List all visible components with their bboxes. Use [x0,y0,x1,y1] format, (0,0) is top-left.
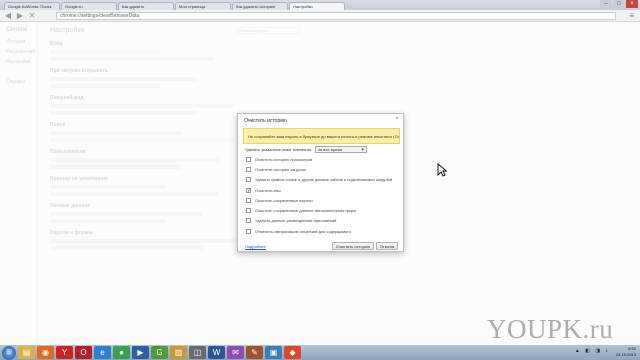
option-checkbox[interactable] [246,177,251,183]
option-checkbox[interactable] [246,218,251,224]
back-icon[interactable]: ◀ [4,11,12,20]
browser-tab[interactable]: Как удалить историю [232,2,288,10]
browser-tab[interactable]: Google AdWords: Поиск [4,2,60,10]
period-label: Удалить указанные ниже элементы: [245,147,313,152]
option-label: Удалить файлы cookie и другие данные сай… [255,177,393,183]
option-checkbox[interactable] [246,166,251,172]
wrench-menu-icon[interactable]: ≡ [629,11,634,20]
taskbar: ⊞ ▤ ◉ Y Oe ● ▶ G ▥ ◫ W ✉ ✎ ▣ ◆ ▲ ◧ ◨ ♪ 8:52 24.10.201… [0,345,640,360]
option-checkbox[interactable] [246,197,251,203]
option-label: Очистить сохраненные данные автозаполнен… [255,208,357,214]
tray-icons[interactable]: ▲ ◧ ◨ ♪ [575,348,610,354]
clear-history-dialog: Очистить историю × Не сохраняйте ваш пар… [237,113,404,252]
stop-icon[interactable]: ✕ [28,11,36,20]
option-label: Удалить данные размещенных приложений [255,218,337,224]
option-checkbox[interactable] [246,156,251,162]
dialog-close-icon[interactable]: × [395,116,399,122]
close-button[interactable]: × [626,0,638,8]
media-taskbar-icon[interactable]: ▶ [132,346,149,359]
folder-taskbar-icon[interactable]: ▥ [170,346,187,359]
yandex-taskbar-icon[interactable]: Y [56,346,73,359]
option-checkbox[interactable] [246,228,251,234]
clock[interactable]: 8:52 24.10.2013 [616,346,636,358]
option-checkbox[interactable]: ✓ [246,187,251,193]
word-taskbar-icon[interactable]: W [208,346,225,359]
cancel-button[interactable]: Отмена [376,242,398,250]
options-list: Очистить историю просмотров Очистить исто… [246,154,392,236]
browser-tab[interactable]: Моя страница [175,2,231,10]
option-label: Очистить кэш [255,187,281,193]
chrome-taskbar-icon[interactable]: ● [113,346,130,359]
browser-tab[interactable]: Настройки [289,2,345,10]
mouse-cursor-icon [437,163,447,177]
app-taskbar-icon[interactable]: ◫ [189,346,206,359]
option-row[interactable]: Удалить данные размещенных приложений [246,216,392,226]
maximize-button[interactable]: □ [613,0,625,8]
option-label: Очистить историю просмотров [255,156,313,162]
option-label: Очистить сохраненные пароли [255,197,313,203]
browser-tab[interactable]: Google.ru [61,2,117,10]
incognito-warning: Не сохраняйте ваш пароль в браузере до в… [243,128,400,144]
tool-taskbar-icon[interactable]: G [151,346,168,359]
option-label: Отменить авторизацию лицензий для содерж… [255,228,351,234]
tab-strip: Google AdWords: Поиск Google.ru Как удалит… [0,0,640,10]
option-row[interactable]: Очистить историю загрузок [246,164,392,174]
clear-history-button[interactable]: Очистить историю [332,242,374,250]
browser-toolbar: ◀ ▶ ✕ chrome://settings/clearBrowserData… [0,10,640,22]
ie-taskbar-icon[interactable]: e [94,346,111,359]
option-row[interactable]: Очистить сохраненные данные автозаполнен… [246,205,392,215]
explorer-taskbar-icon[interactable]: ▤ [18,346,35,359]
dialog-title: Очистить историю [244,118,287,124]
period-select[interactable]: за все время [315,146,368,153]
option-row[interactable]: Очистить сохраненные пароли [246,195,392,205]
option-row[interactable]: Очистить историю просмотров [246,154,392,164]
option-row[interactable]: ✓ Очистить кэш [246,185,392,195]
opera-taskbar-icon[interactable]: O [75,346,92,359]
forward-icon[interactable]: ▶ [16,11,24,20]
option-row[interactable]: Удалить файлы cookie и другие данные сай… [246,175,392,185]
period-row: Удалить указанные ниже элементы: за все … [245,146,368,153]
app3-taskbar-icon[interactable]: ✎ [246,346,263,359]
app5-taskbar-icon[interactable]: ◆ [284,346,301,359]
minimize-button[interactable]: – [600,0,612,8]
browser-tab[interactable]: Как удалить [118,2,174,10]
start-button[interactable]: ⊞ [2,345,16,360]
address-bar[interactable]: chrome://settings/clearBrowserData [56,12,616,20]
clock-date: 24.10.2013 [615,352,636,357]
option-checkbox[interactable] [246,208,251,214]
window-controls: – □ × [600,0,638,8]
firefox-taskbar-icon[interactable]: ◉ [37,346,54,359]
app2-taskbar-icon[interactable]: ✉ [227,346,244,359]
watermark: YOUPK.ru [487,314,614,344]
option-label: Очистить историю загрузок [255,166,306,172]
app4-taskbar-icon[interactable]: ▣ [265,346,282,359]
more-link[interactable]: Подробнее [245,244,266,249]
option-row[interactable]: Отменить авторизацию лицензий для содерж… [246,226,392,236]
